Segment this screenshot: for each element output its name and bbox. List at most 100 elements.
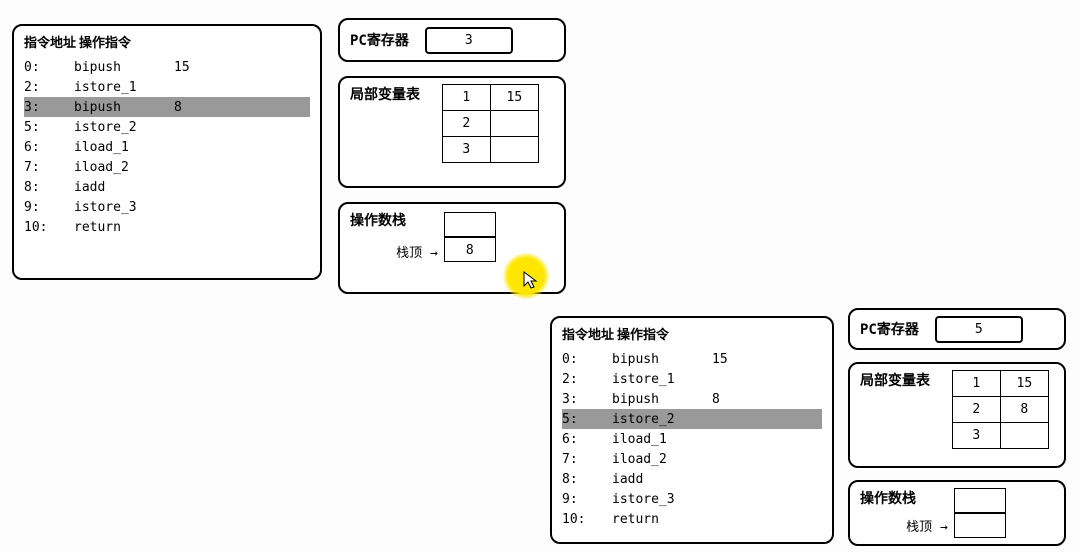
operand-stack-label: 操作数栈 [860,488,916,508]
local-var-index: 1 [442,85,490,111]
local-var-row: 3 [952,423,1048,449]
instr-addr: 6: [562,432,612,447]
instr-op: bipush [612,392,712,407]
instr-addr: 9: [24,200,74,215]
local-vars-label: 局部变量表 [860,370,930,390]
local-var-row: 115 [952,371,1048,397]
pc-register-value: 5 [935,316,1023,343]
instr-op: iadd [612,472,712,487]
local-vars-label: 局部变量表 [350,84,420,104]
instr-op: iadd [74,180,174,195]
stack-cell [954,488,1006,513]
instr-op: return [74,220,174,235]
instruction-panel-2: 指令地址 操作指令 0:bipush152:istore_13:bipush85… [550,316,834,544]
instr-op: iload_1 [612,432,712,447]
pc-register-label: PC寄存器 [860,319,919,339]
instr-op: istore_3 [74,200,174,215]
instruction-row: 2:istore_1 [24,77,310,97]
instruction-row: 6:iload_1 [562,429,822,449]
local-var-index: 3 [952,423,1000,449]
instruction-row: 2:istore_1 [562,369,822,389]
arrow-right-icon: → [940,520,948,535]
instr-addr: 5: [562,412,612,427]
local-var-row: 115 [442,85,538,111]
instruction-row: 9:istore_3 [562,489,822,509]
local-var-row: 2 [442,111,538,137]
cursor-icon [522,270,542,290]
pc-register-value: 3 [425,27,513,54]
stack-top-label: 栈顶 [396,246,422,261]
instruction-row: 9:istore_3 [24,197,310,217]
instr-addr: 9: [562,492,612,507]
local-var-index: 2 [442,111,490,137]
pc-register-panel-2: PC寄存器 5 [848,308,1066,350]
instruction-row: 3:bipush8 [24,97,310,117]
instr-op: istore_3 [612,492,712,507]
local-vars-panel-1: 局部变量表 11523 [338,76,566,188]
instruction-row: 5:istore_2 [562,409,822,429]
instr-op: istore_2 [74,120,174,135]
instruction-row: 7:iload_2 [24,157,310,177]
local-var-index: 3 [442,137,490,163]
local-var-value: 15 [490,85,538,111]
local-var-value [1000,423,1048,449]
instr-addr: 7: [24,160,74,175]
local-var-value [490,111,538,137]
instruction-row: 10:return [562,509,822,529]
local-var-index: 2 [952,397,1000,423]
local-vars-panel-2: 局部变量表 115283 [848,362,1066,468]
instr-addr: 7: [562,452,612,467]
instr-op: istore_1 [612,372,712,387]
instruction-list-1: 0:bipush152:istore_13:bipush85:istore_26… [24,57,310,237]
instr-arg: 15 [174,60,214,75]
instr-op: iload_1 [74,140,174,155]
instr-op: return [612,512,712,527]
instr-op: istore_1 [74,80,174,95]
instr-addr-header: 指令地址 [562,324,617,343]
instr-arg: 8 [174,100,214,115]
instr-op: bipush [612,352,712,367]
instruction-row: 5:istore_2 [24,117,310,137]
instr-op: iload_2 [74,160,174,175]
instr-addr: 10: [24,220,74,235]
instr-addr: 5: [24,120,74,135]
instr-addr: 8: [562,472,612,487]
instr-op-header: 操作指令 [79,32,199,51]
instr-addr: 10: [562,512,612,527]
arrow-right-icon: → [430,246,438,261]
instr-op: iload_2 [612,452,712,467]
local-vars-table-1: 11523 [442,84,539,163]
local-var-value: 8 [1000,397,1048,423]
instr-addr-header: 指令地址 [24,32,79,51]
stack-cell [954,513,1006,538]
instruction-row: 10:return [24,217,310,237]
instr-addr: 3: [562,392,612,407]
instruction-row: 8:iadd [24,177,310,197]
instr-arg: 15 [712,352,752,367]
instruction-list-2: 0:bipush152:istore_13:bipush85:istore_26… [562,349,822,529]
local-vars-table-2: 115283 [952,370,1049,449]
local-var-value [490,137,538,163]
stack-cell: 8 [444,237,496,262]
instr-op-header: 操作指令 [617,324,737,343]
instr-addr: 2: [24,80,74,95]
instruction-row: 8:iadd [562,469,822,489]
instr-addr: 8: [24,180,74,195]
stack-cell [444,212,496,237]
instr-arg: 8 [712,392,752,407]
instruction-row: 6:iload_1 [24,137,310,157]
instruction-row: 0:bipush15 [562,349,822,369]
instr-addr: 0: [562,352,612,367]
instr-addr: 6: [24,140,74,155]
instr-op: istore_2 [612,412,712,427]
instruction-panel-1: 指令地址 操作指令 0:bipush152:istore_13:bipush85… [12,24,322,280]
pc-register-panel-1: PC寄存器 3 [338,18,566,62]
pc-register-label: PC寄存器 [350,30,409,50]
instr-addr: 2: [562,372,612,387]
instr-op: bipush [74,100,174,115]
local-var-row: 3 [442,137,538,163]
instr-addr: 0: [24,60,74,75]
local-var-value: 15 [1000,371,1048,397]
instr-op: bipush [74,60,174,75]
instruction-row: 0:bipush15 [24,57,310,77]
